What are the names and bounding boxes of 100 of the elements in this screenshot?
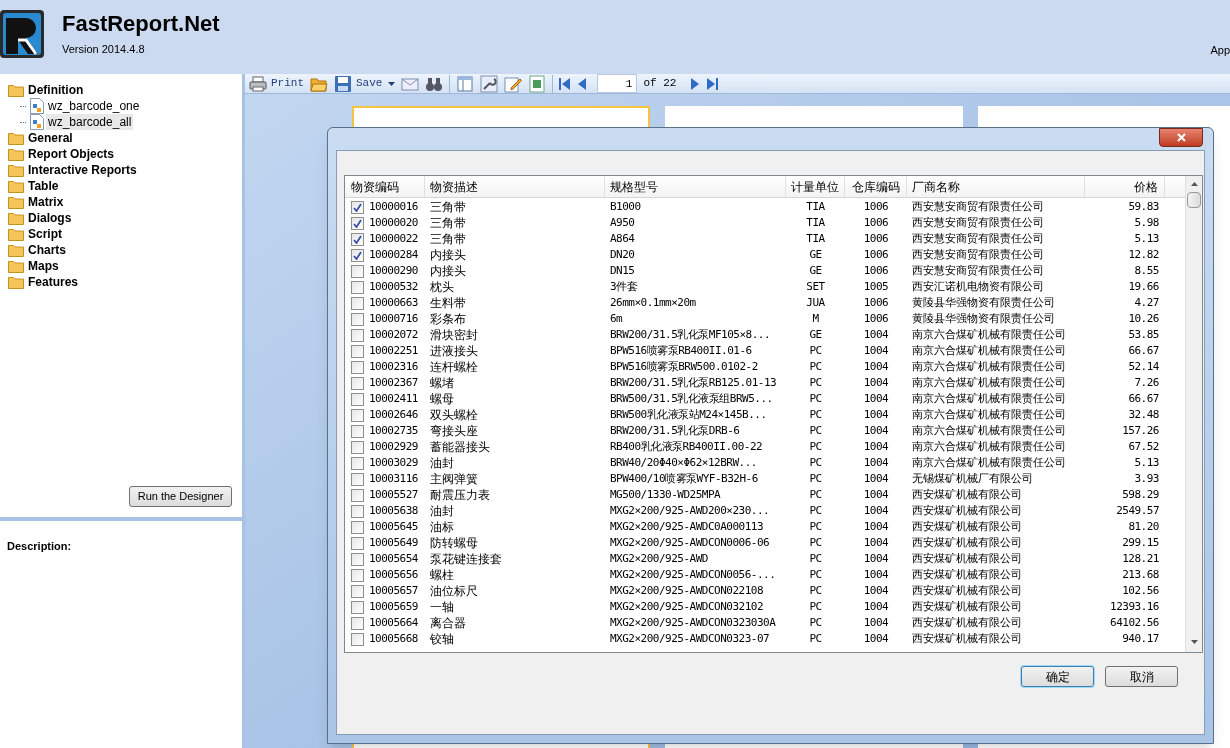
table-cell-text: 10002367 — [369, 374, 418, 391]
checkbox[interactable] — [351, 360, 364, 374]
checkbox[interactable] — [351, 616, 364, 630]
checkbox[interactable] — [351, 392, 364, 406]
close-button[interactable] — [1159, 128, 1203, 147]
table-cell-text: 1006 — [863, 262, 889, 279]
checkbox[interactable] — [351, 504, 364, 518]
table-cell-text: 10005527 — [369, 486, 418, 503]
previous-page-icon[interactable] — [577, 76, 588, 91]
table-cell-text: 10005664 — [369, 614, 418, 631]
table-cell-text: 52.14 — [1128, 358, 1159, 375]
column-header[interactable]: 规格型号 — [605, 176, 786, 197]
table-cell-text: 1006 — [863, 230, 889, 247]
folder-icon — [8, 163, 24, 177]
tree-folder[interactable]: Definition — [28, 82, 84, 98]
table-cell-text: DN20 — [610, 246, 635, 263]
caret-icon[interactable] — [388, 81, 396, 86]
checkbox[interactable] — [351, 520, 364, 534]
table-cell-text: 10000532 — [369, 278, 418, 295]
table-cell-text: 10000284 — [369, 246, 418, 263]
next-page-icon[interactable] — [690, 76, 701, 91]
dialog-button[interactable]: 取消 — [1105, 666, 1178, 687]
checkbox[interactable] — [351, 440, 364, 454]
run-designer-button[interactable]: Run the Designer — [129, 486, 232, 507]
table-cell-text: 1004 — [863, 614, 889, 631]
table-cell-text: 59.83 — [1128, 198, 1159, 215]
scroll-down-icon[interactable] — [1190, 640, 1198, 644]
page-number-field[interactable]: 1 — [597, 74, 638, 93]
scroll-up-icon[interactable] — [1190, 182, 1198, 186]
scrollbar[interactable] — [1185, 176, 1202, 652]
column-header[interactable]: 计量单位 — [786, 176, 845, 197]
checkbox[interactable] — [351, 568, 364, 582]
tree-folder[interactable]: Features — [28, 274, 79, 290]
tree-folder[interactable]: Dialogs — [28, 210, 72, 226]
print-button[interactable]: Print — [249, 74, 304, 93]
tree-folder[interactable]: Charts — [28, 242, 66, 258]
checkbox[interactable] — [351, 488, 364, 502]
table-cell-text: 西安煤矿机械有限公司 — [912, 534, 1022, 551]
tree-folder[interactable]: Maps — [28, 258, 59, 274]
checkbox[interactable] — [351, 472, 364, 486]
table-cell-text: 油位标尺 — [430, 583, 478, 600]
checkbox[interactable] — [351, 312, 364, 326]
checkbox[interactable] — [351, 552, 364, 566]
table-cell-text: 1004 — [863, 454, 889, 471]
save-button[interactable]: Save — [334, 74, 383, 93]
checkbox[interactable] — [351, 376, 364, 390]
checkbox[interactable] — [351, 248, 364, 262]
checkbox[interactable] — [351, 408, 364, 422]
page-icon[interactable] — [528, 74, 547, 93]
tree-folder[interactable]: Table — [28, 178, 59, 194]
column-header[interactable]: 物资描述 — [425, 176, 605, 197]
tree-folder[interactable]: Matrix — [28, 194, 64, 210]
checkbox[interactable] — [351, 344, 364, 358]
checkbox[interactable] — [351, 216, 364, 230]
last-page-icon[interactable] — [706, 76, 719, 91]
checkbox[interactable] — [351, 232, 364, 246]
column-header[interactable]: 物资编码 — [345, 176, 425, 197]
checkbox[interactable] — [351, 328, 364, 342]
checkbox[interactable] — [351, 264, 364, 278]
table-cell-text: 3.93 — [1134, 470, 1159, 487]
table-cell-text: 4.27 — [1134, 294, 1159, 311]
tree-folder[interactable]: Report Objects — [28, 146, 114, 162]
table-cell-text: PC — [809, 502, 822, 519]
tree-folder[interactable]: Interactive Reports — [28, 162, 137, 178]
table-cell-text: 8.55 — [1134, 262, 1159, 279]
checkbox[interactable] — [351, 424, 364, 438]
wrench-icon[interactable] — [480, 74, 499, 93]
tree-folder[interactable]: Script — [28, 226, 62, 242]
tree-item[interactable]: wz_barcode_all — [46, 114, 134, 130]
panel-icon[interactable] — [456, 74, 475, 93]
table-cell-text: BRW500/31.5乳化液泵组BRW5... — [610, 390, 773, 407]
dialog-button[interactable]: 确定 — [1021, 666, 1094, 687]
table-cell-text: 螺母 — [430, 391, 454, 408]
column-header[interactable]: 价格 — [1085, 176, 1165, 197]
table-cell-text: 南京六合煤矿机械有限责任公司 — [912, 326, 1066, 343]
scroll-thumb[interactable] — [1187, 192, 1201, 208]
checkbox[interactable] — [351, 632, 364, 646]
table-cell-text: 26mm×0.1mm×20m — [610, 294, 696, 311]
table-cell-text: DN15 — [610, 262, 635, 279]
pencil-icon[interactable] — [504, 74, 523, 93]
checkbox[interactable] — [351, 536, 364, 550]
table-cell-text: 西安煤矿机械有限公司 — [912, 598, 1022, 615]
checkbox[interactable] — [351, 296, 364, 310]
checkbox[interactable] — [351, 456, 364, 470]
checkbox[interactable] — [351, 584, 364, 598]
checkbox[interactable] — [351, 200, 364, 214]
first-page-icon[interactable] — [559, 76, 572, 91]
table-cell-text: 6m — [610, 310, 623, 327]
table-cell-text: PC — [809, 454, 822, 471]
tree-folder[interactable]: General — [28, 130, 73, 146]
table-cell-text: 耐震压力表 — [430, 487, 490, 504]
checkbox[interactable] — [351, 600, 364, 614]
table-cell-text: 10002411 — [369, 390, 418, 407]
column-header[interactable]: 厂商名称 — [907, 176, 1085, 197]
table-cell-text: 10002072 — [369, 326, 418, 343]
table-cell-text: 5.13 — [1134, 230, 1159, 247]
tree-item[interactable]: wz_barcode_one — [46, 98, 142, 114]
column-header[interactable]: 仓库编码 — [845, 176, 907, 197]
checkbox[interactable] — [351, 280, 364, 294]
table-cell-text: 三角带 — [430, 215, 466, 232]
